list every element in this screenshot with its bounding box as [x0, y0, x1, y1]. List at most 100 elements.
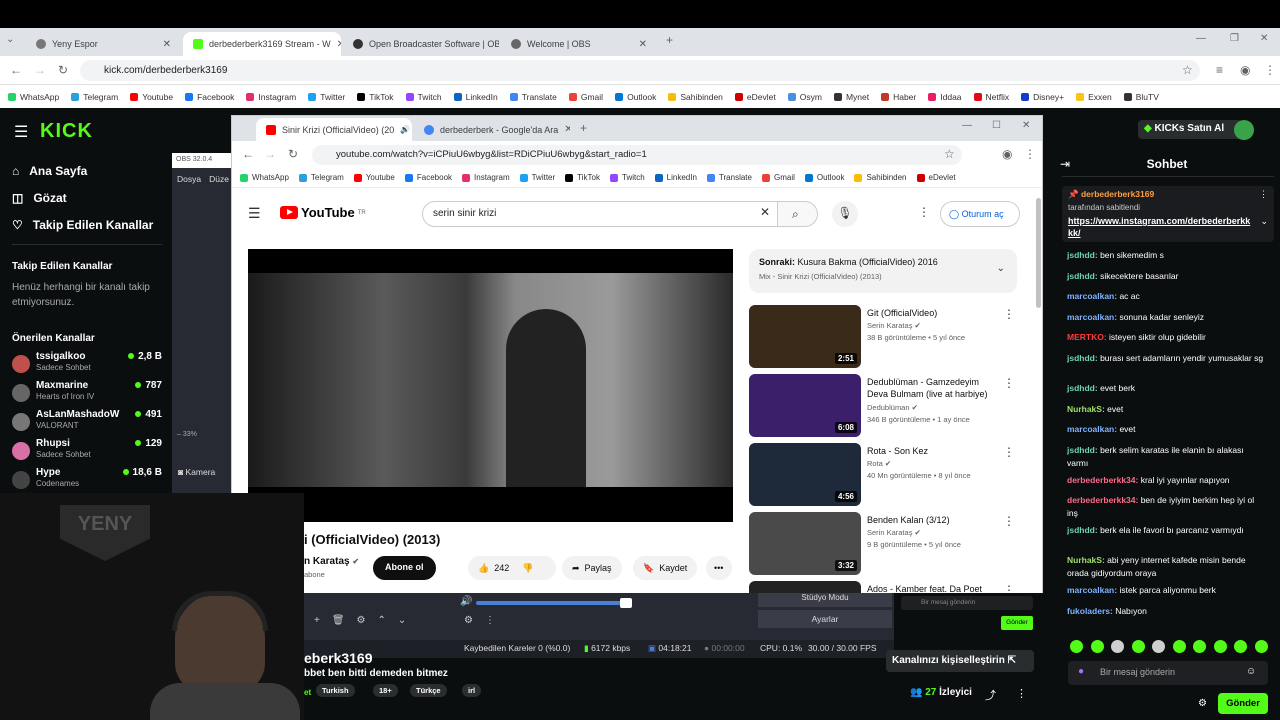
- tab-kick-stream[interactable]: derbederberk3169 Stream - W ✕: [183, 32, 341, 56]
- close-icon[interactable]: ✕: [163, 39, 171, 50]
- more-dots-icon[interactable]: ⋮: [1003, 307, 1015, 321]
- bookmark-twitch[interactable]: Twitch: [405, 92, 442, 102]
- maximize-icon[interactable]: ☐: [992, 120, 1001, 131]
- menu-dots-icon[interactable]: ⋮: [1264, 63, 1276, 77]
- chat-username[interactable]: NurhakS:: [1067, 555, 1107, 565]
- bookmark-translate[interactable]: Translate: [509, 92, 557, 102]
- like-button[interactable]: 👍 242 👎: [468, 556, 556, 580]
- bookmark-gmail[interactable]: Gmail: [568, 92, 603, 102]
- close-icon[interactable]: ✕: [564, 124, 570, 135]
- bookmark-tiktok[interactable]: TikTok: [565, 173, 600, 182]
- up-arrow-icon[interactable]: ⌃: [378, 615, 386, 626]
- subscribe-button[interactable]: Abone ol: [373, 556, 436, 580]
- chat-username[interactable]: derbederberkk34:: [1067, 475, 1141, 485]
- emote-icon[interactable]: [1172, 640, 1186, 653]
- more-dots-icon[interactable]: ⋮: [1003, 514, 1015, 528]
- tab-search-icon[interactable]: ⌄: [6, 34, 14, 45]
- chat-input[interactable]: Bir mesaj gönderin: [1068, 661, 1268, 685]
- emote-icon[interactable]: [1254, 640, 1268, 653]
- yt-search-input[interactable]: serin sinir krizi: [422, 201, 778, 227]
- obs-camera-source[interactable]: ◙ Kamera: [178, 467, 215, 477]
- back-icon[interactable]: ←: [242, 147, 254, 161]
- chat-username[interactable]: derbederberkk34:: [1067, 495, 1141, 505]
- yt-search-button[interactable]: ⌕: [778, 201, 818, 227]
- recommended-video[interactable]: 6:08 Dedublüman - Gamzedeyim Deva Bulmam …: [749, 374, 1019, 438]
- bookmark-exxen[interactable]: Exxen: [1076, 92, 1112, 102]
- back-icon[interactable]: ←: [10, 63, 22, 77]
- forward-icon[interactable]: →: [34, 63, 46, 77]
- bookmark-edevlet[interactable]: eDevlet: [916, 173, 956, 182]
- bookmark-twitch[interactable]: Twitch: [610, 173, 645, 182]
- close-window-icon[interactable]: ✕: [1022, 120, 1030, 131]
- mini-send-button[interactable]: Gönder: [1001, 616, 1033, 630]
- stream-tag[interactable]: Türkçe: [410, 684, 447, 697]
- new-tab-icon[interactable]: +: [666, 33, 673, 47]
- user-avatar[interactable]: [1234, 120, 1254, 140]
- pinned-link[interactable]: https://www.instagram.com/derbederberkkk…: [1068, 215, 1252, 239]
- youtube-logo[interactable]: YouTube TR: [280, 205, 366, 220]
- mic-icon[interactable]: 🎙: [832, 201, 858, 227]
- send-button[interactable]: Gönder: [1218, 693, 1268, 714]
- channel-item[interactable]: Rhupsi Sadece Sohbet 129: [12, 438, 162, 466]
- obs-menu-edit[interactable]: Düze: [209, 174, 229, 184]
- bookmark-outlook[interactable]: Outlook: [804, 173, 844, 182]
- bookmark-instagram[interactable]: Instagram: [246, 92, 296, 102]
- chat-username[interactable]: marcoalkan:: [1067, 585, 1119, 595]
- reload-icon[interactable]: ↻: [58, 63, 68, 77]
- media-icon[interactable]: ≡: [1216, 63, 1223, 77]
- bookmark-haber[interactable]: Haber: [881, 92, 916, 102]
- bookmark-whatsapp[interactable]: WhatsApp: [240, 173, 289, 182]
- bookmark-youtube[interactable]: Youtube: [353, 173, 395, 182]
- bookmark-twitter[interactable]: Twitter: [519, 173, 555, 182]
- video-player[interactable]: [248, 249, 733, 522]
- more-dots-icon[interactable]: ⋮: [1003, 376, 1015, 390]
- emote-icon[interactable]: [1152, 640, 1165, 653]
- tab-youtube-video[interactable]: Sinir Krizi (OfficialVideo) (20🔊✕: [256, 118, 412, 141]
- bookmark-outlook[interactable]: Outlook: [615, 92, 656, 102]
- save-button[interactable]: 🔖 Kaydet: [633, 556, 698, 580]
- chevron-down-icon[interactable]: ⌄: [997, 263, 1005, 274]
- restore-icon[interactable]: ❐: [1230, 33, 1239, 44]
- mixer-dots-icon[interactable]: ⋮: [485, 615, 495, 626]
- chat-username[interactable]: jsdhdd:: [1067, 525, 1100, 535]
- channel-item[interactable]: AsLanMashadoW VALORANT 491: [12, 409, 162, 437]
- stream-tag[interactable]: irl: [462, 684, 482, 697]
- stream-tag[interactable]: 18+: [373, 684, 398, 697]
- hamburger-icon[interactable]: ☰: [14, 122, 28, 142]
- reload-icon[interactable]: ↻: [288, 147, 298, 161]
- nav-browse[interactable]: ◫ Gözat: [12, 191, 67, 205]
- category-fragment[interactable]: et: [304, 688, 311, 697]
- stream-channel-name[interactable]: eberk3169: [304, 650, 373, 666]
- share-icon[interactable]: ⤴: [985, 687, 996, 703]
- bookmark-osym[interactable]: Osym: [787, 92, 822, 102]
- emote-icon[interactable]: [1234, 640, 1247, 653]
- bookmark-twitter[interactable]: Twitter: [308, 92, 345, 102]
- chat-username[interactable]: jsdhdd:: [1067, 353, 1100, 363]
- forward-icon[interactable]: →: [264, 147, 276, 161]
- channel-item[interactable]: Hype Codenames 18,6 B: [12, 467, 162, 495]
- volume-icon[interactable]: 🔊: [460, 596, 472, 607]
- obs-settings-button[interactable]: Ayarlar: [758, 610, 892, 628]
- tab-yeny-espor[interactable]: Yeny Espor ✕: [26, 32, 181, 56]
- bookmark-whatsapp[interactable]: WhatsApp: [8, 92, 59, 102]
- clear-search-icon[interactable]: ✕: [760, 205, 770, 219]
- recommended-video[interactable]: 3:32 Benden Kalan (3/12) Serin Karataş ✔ 9 …: [749, 512, 1019, 576]
- recommended-video[interactable]: 4:56 Rota - Son Kez Rota ✔ 40 Mn görüntülem…: [749, 443, 1019, 507]
- close-icon[interactable]: ✕: [639, 39, 647, 50]
- more-options-icon[interactable]: ⋮: [1016, 687, 1027, 700]
- gear-icon[interactable]: ⚙: [357, 615, 366, 626]
- obs-menu-file[interactable]: Dosya: [177, 174, 201, 184]
- bookmark-disney+[interactable]: Disney+: [1021, 92, 1064, 102]
- chat-username[interactable]: fukoladers:: [1067, 606, 1115, 616]
- stream-tag[interactable]: Turkish: [316, 684, 355, 697]
- menu-dots-icon[interactable]: ⋮: [1024, 147, 1036, 161]
- scrollbar[interactable]: [1036, 198, 1041, 308]
- profile-icon[interactable]: ◉: [1002, 147, 1012, 161]
- mixer-gear-icon[interactable]: ⚙: [464, 615, 473, 626]
- chat-username[interactable]: marcoalkan:: [1067, 424, 1119, 434]
- bookmark-youtube[interactable]: Youtube: [130, 92, 173, 102]
- bookmark-instagram[interactable]: Instagram: [462, 173, 510, 182]
- channel-item[interactable]: Maxmarine Hearts of Iron IV 787: [12, 380, 162, 408]
- more-dots-icon[interactable]: ⋮: [1003, 445, 1015, 459]
- bookmark-mynet[interactable]: Mynet: [833, 92, 869, 102]
